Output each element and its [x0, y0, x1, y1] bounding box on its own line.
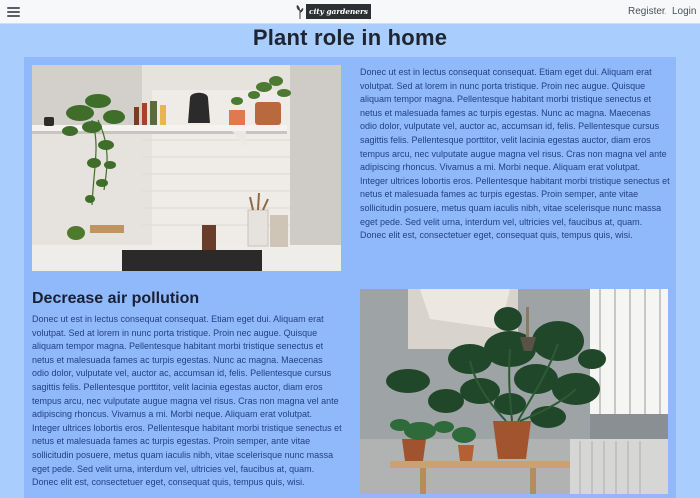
monstera-plants-photo — [360, 289, 668, 494]
top-navbar: city gardeners Register . Login — [0, 0, 700, 24]
login-link[interactable]: Login — [672, 6, 696, 17]
kitchen-plants-photo — [32, 65, 341, 271]
site-logo[interactable]: city gardeners — [296, 3, 371, 20]
hamburger-menu-icon[interactable] — [7, 5, 21, 18]
nav-separator: . — [664, 7, 667, 16]
page-title: Plant role in home — [252, 25, 448, 50]
logo-text: city gardeners — [306, 4, 371, 19]
section-text-1: Donec ut est in lectus consequat consequ… — [360, 67, 670, 241]
section-heading-decrease-air-pollution: Decrease air pollution — [32, 290, 200, 307]
section-text-2: Donec ut est in lectus consequat consequ… — [32, 314, 342, 488]
register-link[interactable]: Register — [628, 6, 665, 17]
sprout-icon — [296, 5, 304, 19]
